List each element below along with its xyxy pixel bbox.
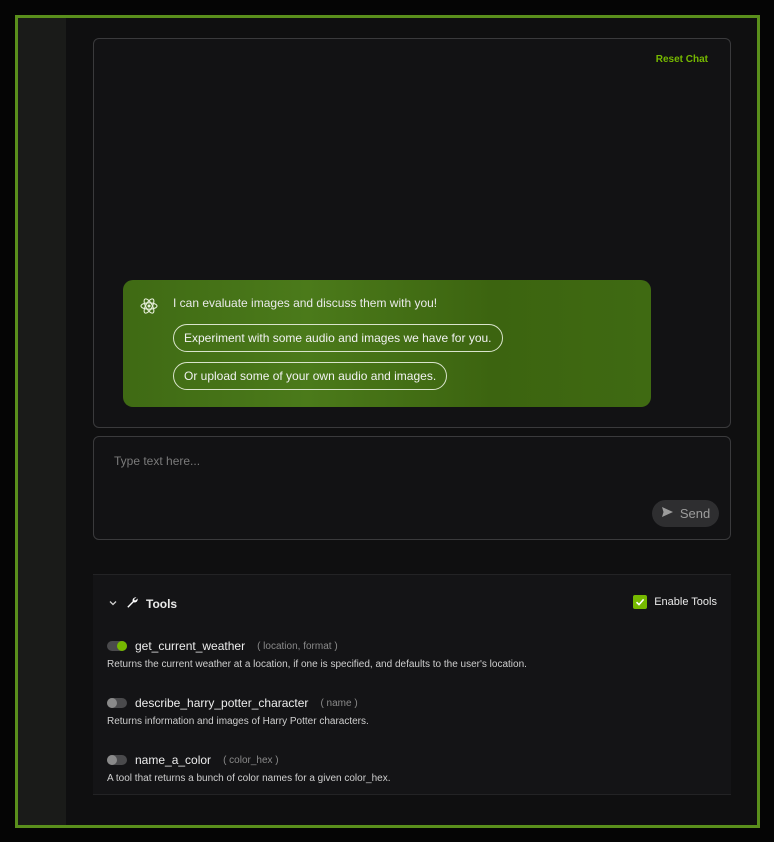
assistant-message-bubble: I can evaluate images and discuss them w… — [123, 280, 651, 407]
check-icon[interactable] — [633, 595, 648, 609]
tool-name: name_a_color — [135, 753, 212, 767]
send-arrow-icon — [661, 506, 674, 521]
tool-params: ( name ) — [320, 697, 358, 709]
left-sidebar-strip — [18, 18, 66, 825]
app-frame: Reset Chat I can evaluate images and dis… — [15, 15, 760, 828]
chat-panel: Reset Chat I can evaluate images and dis… — [93, 38, 731, 428]
message-text-input[interactable] — [114, 449, 634, 473]
message-input-panel: Send — [93, 436, 731, 540]
tool-item-get-current-weather: get_current_weather ( location, format )… — [107, 639, 707, 670]
enable-tools-checkbox[interactable]: Enable Tools — [633, 595, 717, 609]
send-button-label: Send — [679, 506, 711, 521]
suggestion-chip-sample-media[interactable]: Experiment with some audio and images we… — [173, 324, 503, 352]
enable-tools-label: Enable Tools — [654, 596, 717, 608]
tool-toggle[interactable] — [107, 698, 127, 708]
tool-toggle[interactable] — [107, 755, 127, 765]
tools-header[interactable]: Tools — [108, 595, 177, 613]
tool-description: Returns information and images of Harry … — [107, 716, 369, 727]
tool-toggle[interactable] — [107, 641, 127, 651]
chevron-down-icon[interactable] — [108, 595, 118, 613]
tools-panel: Tools Enable Tools get_current_weather (… — [93, 574, 731, 795]
tool-description: Returns the current weather at a locatio… — [107, 659, 527, 670]
tool-name: describe_harry_potter_character — [135, 696, 309, 710]
tool-item-name-a-color: name_a_color ( color_hex ) A tool that r… — [107, 753, 707, 784]
assistant-message-text: I can evaluate images and discuss them w… — [173, 296, 438, 310]
send-button[interactable]: Send — [652, 500, 719, 527]
tool-item-describe-harry-potter-character: describe_harry_potter_character ( name )… — [107, 696, 707, 727]
reset-chat-button[interactable]: Reset Chat — [656, 54, 708, 65]
tool-name: get_current_weather — [135, 639, 246, 653]
suggestion-chip-upload-media[interactable]: Or upload some of your own audio and ima… — [173, 362, 448, 390]
atom-icon — [139, 296, 159, 316]
tools-title: Tools — [146, 597, 178, 611]
tool-params: ( location, format ) — [257, 640, 338, 652]
wrench-icon — [126, 595, 138, 613]
tool-params: ( color_hex ) — [223, 754, 279, 766]
tool-description: A tool that returns a bunch of color nam… — [107, 773, 391, 784]
